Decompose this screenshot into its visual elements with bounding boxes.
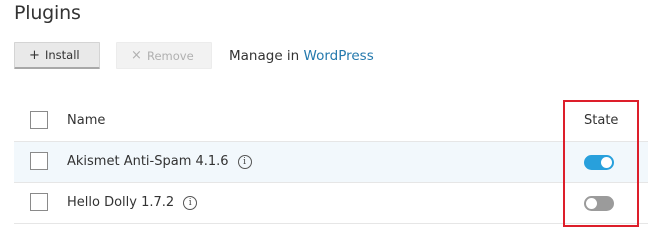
- wordpress-link[interactable]: WordPress: [304, 48, 374, 64]
- table-header: Name State: [14, 100, 648, 142]
- row-checkbox[interactable]: [30, 152, 48, 170]
- info-icon[interactable]: i: [183, 195, 198, 210]
- plugins-page: Plugins + Install × Remove Manage in Wor…: [0, 0, 648, 231]
- column-header-name: Name: [67, 113, 106, 128]
- manage-text: Manage in WordPress: [229, 48, 374, 64]
- plugin-name: Hello Dolly 1.7.2: [67, 195, 175, 210]
- plugin-name-cell: Akismet Anti-Spam 4.1.6 i: [67, 154, 252, 169]
- manage-prefix: Manage in: [229, 47, 304, 64]
- table-row: Hello Dolly 1.7.2 i: [14, 183, 648, 224]
- plus-icon: +: [29, 47, 40, 63]
- row-checkbox[interactable]: [30, 193, 48, 211]
- plugin-name-cell: Hello Dolly 1.7.2 i: [67, 195, 198, 210]
- remove-label: Remove: [147, 48, 194, 63]
- plugin-name: Akismet Anti-Spam 4.1.6: [67, 154, 229, 169]
- state-toggle[interactable]: [584, 196, 614, 211]
- state-toggle[interactable]: [584, 155, 614, 170]
- column-header-state: State: [584, 113, 619, 128]
- plugins-table: Name State Akismet Anti-Spam 4.1.6 i Hel…: [14, 100, 648, 224]
- remove-button[interactable]: × Remove: [116, 42, 212, 69]
- x-icon: ×: [131, 48, 142, 63]
- info-icon[interactable]: i: [237, 154, 252, 169]
- toggle-knob: [601, 157, 612, 168]
- toolbar: + Install × Remove Manage in WordPress: [14, 41, 374, 70]
- toggle-knob: [586, 198, 597, 209]
- install-label: Install: [45, 48, 80, 62]
- install-button[interactable]: + Install: [14, 42, 100, 69]
- table-row: Akismet Anti-Spam 4.1.6 i: [14, 142, 648, 183]
- select-all-checkbox[interactable]: [30, 111, 48, 129]
- page-title: Plugins: [14, 2, 81, 24]
